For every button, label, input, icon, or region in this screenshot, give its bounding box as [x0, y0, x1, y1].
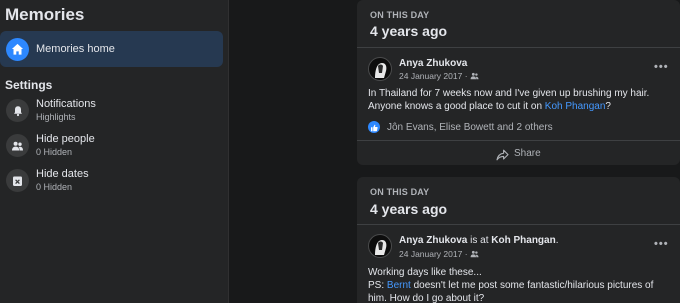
post-text-part: ?: [605, 101, 611, 112]
post-text: Working days like these... PS: Bernt doe…: [368, 266, 673, 303]
place-link[interactable]: Koh Phangan: [545, 101, 606, 112]
home-icon: [6, 38, 29, 61]
sidebar-item-sub: 0 Hidden: [36, 182, 73, 192]
calendar-x-icon: [6, 169, 29, 192]
reactions-text: Jôn Evans, Elise Bowett and 2 others: [387, 122, 553, 133]
memory-card: ON THIS DAY 4 years ago Anya Zhukova 24 …: [357, 0, 680, 165]
post-date[interactable]: 24 January 2017 ·: [399, 71, 468, 81]
place-name[interactable]: Koh Phangan: [491, 235, 555, 246]
post-text-part: PS:: [368, 280, 387, 291]
post-text: In Thailand for 7 weeks now and I've giv…: [368, 87, 673, 113]
sidebar-item-label: Memories home: [36, 43, 115, 55]
sidebar-item-sub: Highlights: [36, 112, 76, 122]
post-date[interactable]: 24 January 2017 ·: [399, 249, 468, 259]
sidebar-item-sub: 0 Hidden: [36, 147, 73, 157]
divider: [357, 224, 680, 225]
mention-link[interactable]: Bernt: [387, 280, 411, 291]
sidebar-item-label: Hide dates: [36, 168, 89, 180]
avatar[interactable]: [368, 234, 392, 258]
more-options-icon[interactable]: •••: [654, 61, 669, 73]
post-text-part: Anyone knows a good place to cut it on: [368, 101, 545, 112]
divider: [357, 140, 680, 141]
memory-card: ON THIS DAY 4 years ago Anya Zhukova is …: [357, 177, 680, 303]
author-suffix: is at: [467, 235, 492, 246]
sidebar-item-label: Hide people: [36, 133, 95, 145]
on-this-day-label: ON THIS DAY: [370, 187, 430, 197]
divider: [357, 47, 680, 48]
time-ago-heading: 4 years ago: [370, 23, 448, 39]
post-text-line: Working days like these...: [368, 267, 482, 278]
post-text-line: PS: Bernt doesn't let me post some fanta…: [368, 279, 673, 292]
time-ago-heading: 4 years ago: [370, 201, 448, 217]
sidebar-item-hide-people[interactable]: Hide people 0 Hidden: [0, 131, 223, 165]
on-this-day-label: ON THIS DAY: [370, 10, 430, 20]
author-suffix: .: [555, 235, 559, 246]
sidebar-item-hide-dates[interactable]: Hide dates 0 Hidden: [0, 166, 223, 200]
page-title: Memories: [5, 5, 85, 24]
author-name[interactable]: Anya Zhukova: [399, 235, 467, 246]
post-author: Anya Zhukova is at Koh Phangan.: [399, 235, 559, 246]
like-reaction-icon: [368, 121, 380, 133]
post-text-line: him. How do I go about it?: [368, 293, 485, 303]
post-text-line: In Thailand for 7 weeks now and I've giv…: [368, 88, 650, 99]
memories-sidebar: Memories Memories home Settings Notifica…: [0, 0, 229, 303]
more-options-icon[interactable]: •••: [654, 238, 669, 250]
post-meta: 24 January 2017 ·: [399, 249, 479, 259]
sidebar-item-memories-home[interactable]: Memories home: [0, 31, 223, 67]
share-label: Share: [514, 148, 541, 159]
friends-privacy-icon: [470, 71, 479, 81]
avatar[interactable]: [368, 57, 392, 81]
settings-heading: Settings: [5, 78, 53, 92]
sidebar-item-notifications[interactable]: Notifications Highlights: [0, 96, 223, 130]
sidebar-item-label: Notifications: [36, 98, 96, 110]
share-icon: [496, 148, 509, 166]
friends-privacy-icon: [470, 249, 479, 259]
post-author[interactable]: Anya Zhukova: [399, 58, 467, 69]
post-text-part: doesn't let me post some fantastic/hilar…: [410, 280, 654, 291]
author-name[interactable]: Anya Zhukova: [399, 58, 467, 69]
post-meta: 24 January 2017 ·: [399, 71, 479, 81]
bell-icon: [6, 99, 29, 122]
post-text-line: Anyone knows a good place to cut it on K…: [368, 100, 673, 113]
people-icon: [6, 134, 29, 157]
